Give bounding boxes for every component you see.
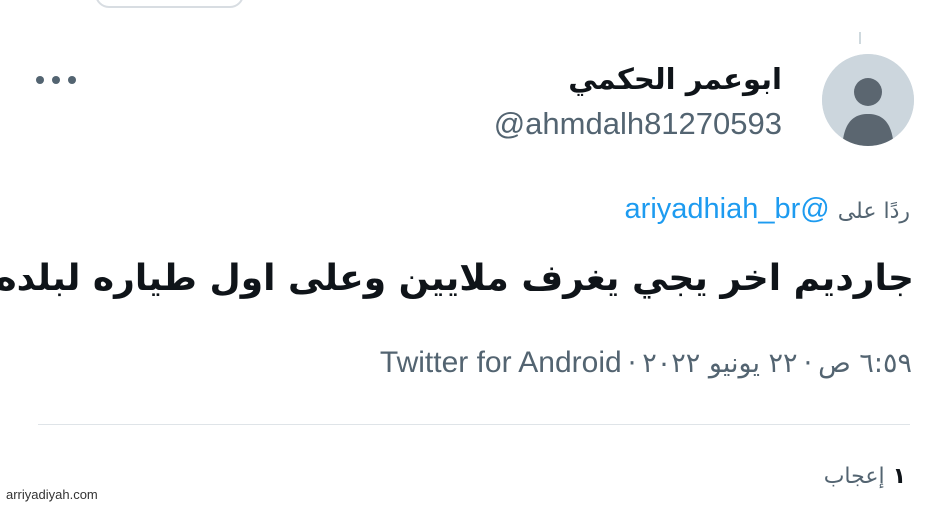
tweet-metadata: ٦:٥٩ ص·٢٢ يونيو ٢٠٢٢·Twitter for Android — [380, 346, 912, 380]
reply-context: ردًا على @ariyadhiah_br — [625, 193, 910, 226]
reply-prefix-label: ردًا على — [837, 199, 910, 224]
watermark-text: arriyadiyah.com — [6, 487, 98, 502]
more-dot — [68, 76, 76, 84]
author-display-name[interactable]: ابوعمر الحكمي — [568, 62, 782, 96]
more-options-icon[interactable] — [36, 68, 76, 92]
tweet-body-text: جارديم اخر يجي يغرف ملايين وعلى اول طيار… — [0, 258, 914, 299]
top-search-field-edge[interactable] — [95, 0, 244, 8]
meta-separator: · — [627, 348, 637, 379]
likes-label: إعجاب — [823, 464, 885, 489]
tweet-time[interactable]: ٦:٥٩ ص — [818, 348, 912, 379]
meta-separator: · — [803, 348, 813, 379]
tweet-source-link[interactable]: Twitter for Android — [380, 346, 622, 379]
more-dot — [36, 76, 44, 84]
avatar[interactable] — [822, 54, 914, 146]
reply-mention-link[interactable]: @ariyadhiah_br — [625, 193, 830, 225]
tweet-date[interactable]: ٢٢ يونيو ٢٠٢٢ — [642, 348, 797, 379]
default-user-avatar-icon — [822, 54, 914, 146]
likes-count-link[interactable]: ١ إعجاب — [824, 464, 906, 489]
tweet-screenshot: ابوعمر الحكمي @ahmdalh81270593 ردًا على @… — [0, 0, 950, 506]
likes-count: ١ — [892, 464, 906, 489]
thread-connector-line — [859, 32, 861, 44]
author-handle[interactable]: @ahmdalh81270593 — [494, 106, 782, 142]
divider — [38, 424, 910, 425]
more-dot — [52, 76, 60, 84]
